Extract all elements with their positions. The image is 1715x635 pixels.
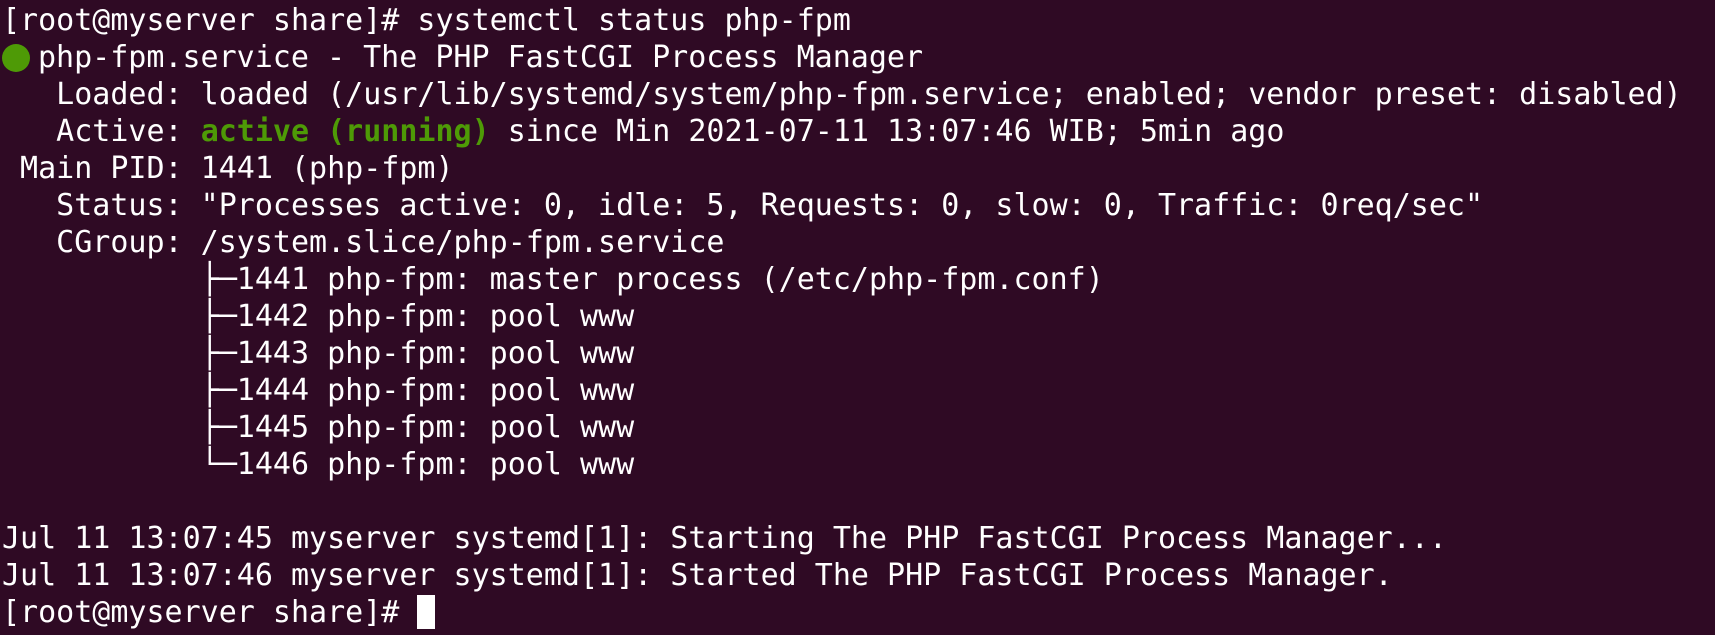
process-tree-item: ├─1442 php-fpm: pool www bbox=[2, 299, 635, 334]
command-line: [root@myserver share]# systemctl status … bbox=[2, 2, 1715, 39]
text-cursor[interactable] bbox=[417, 595, 436, 629]
journal-log-line: Jul 11 13:07:46 myserver systemd[1]: Sta… bbox=[2, 558, 1393, 593]
service-header: php-fpm.service - The PHP FastCGI Proces… bbox=[38, 40, 924, 75]
process-tree-item: ├─1445 php-fpm: pool www bbox=[2, 410, 635, 445]
cgroup-line: CGroup: /system.slice/php-fpm.service bbox=[2, 225, 725, 260]
main-pid-line: Main PID: 1441 (php-fpm) bbox=[2, 151, 454, 186]
terminal-window[interactable]: [root@myserver share]# systemctl status … bbox=[0, 0, 1715, 635]
process-tree-item: ├─1443 php-fpm: pool www bbox=[2, 336, 635, 371]
service-header-line: php-fpm.service - The PHP FastCGI Proces… bbox=[2, 39, 1715, 76]
active-label: Active: bbox=[2, 114, 201, 149]
shell-prompt: [root@myserver share]# bbox=[2, 3, 418, 38]
loaded-line: Loaded: loaded (/usr/lib/systemd/system/… bbox=[2, 77, 1682, 112]
command-text: systemctl status php-fpm bbox=[417, 3, 851, 38]
status-line: Status: "Processes active: 0, idle: 5, R… bbox=[2, 188, 1484, 223]
process-tree-item: └─1446 php-fpm: pool www bbox=[2, 447, 635, 482]
journal-log-line: Jul 11 13:07:45 myserver systemd[1]: Sta… bbox=[2, 521, 1447, 556]
active-state: active (running) bbox=[200, 114, 490, 149]
final-prompt-line[interactable]: [root@myserver share]# bbox=[2, 594, 1715, 631]
process-tree-item: ├─1444 php-fpm: pool www bbox=[2, 373, 635, 408]
process-tree-item: ├─1441 php-fpm: master process (/etc/php… bbox=[2, 262, 1104, 297]
active-details: since Min 2021-07-11 13:07:46 WIB; 5min … bbox=[489, 114, 1285, 149]
status-dot-icon bbox=[2, 44, 30, 72]
active-line: Active: active (running) since Min 2021-… bbox=[2, 113, 1715, 150]
shell-prompt: [root@myserver share]# bbox=[2, 595, 418, 630]
